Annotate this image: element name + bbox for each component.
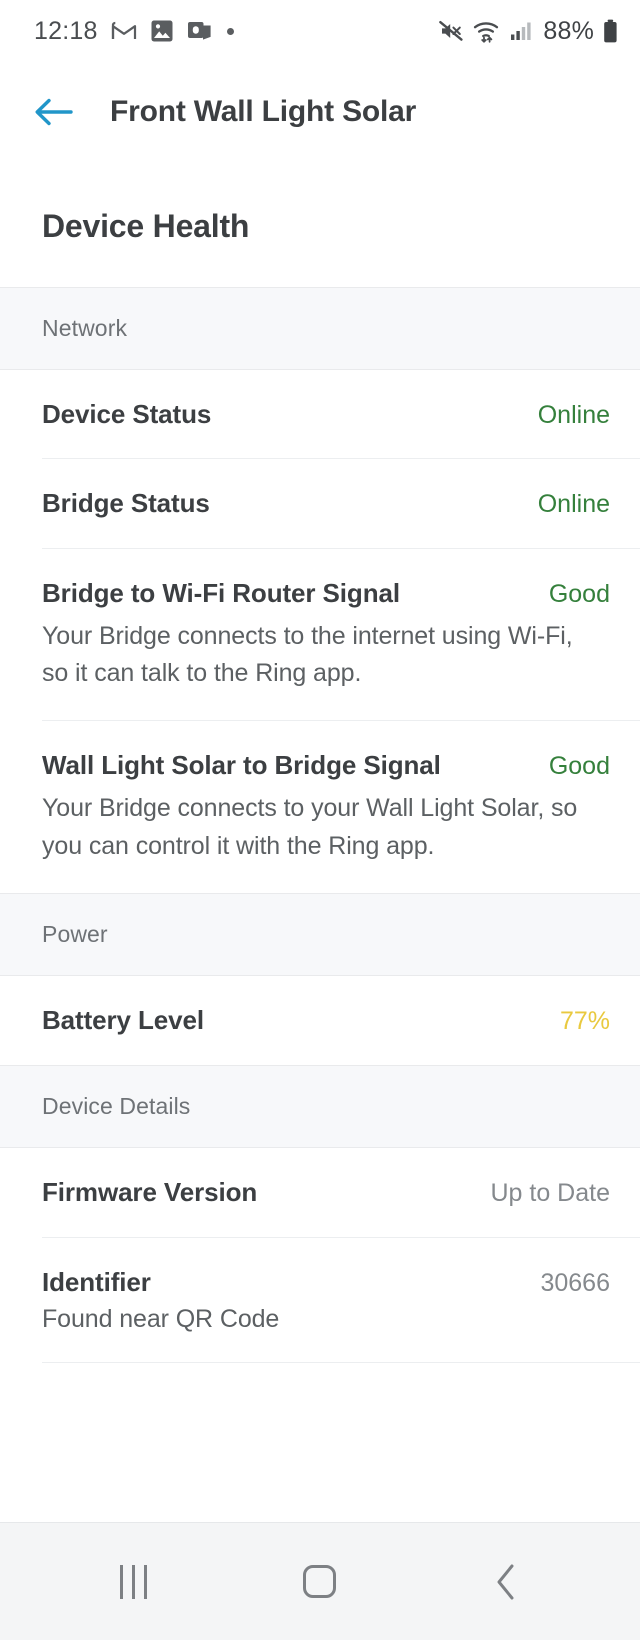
section-rows-power: Battery Level 77% bbox=[0, 976, 640, 1066]
android-nav-bar bbox=[0, 1522, 640, 1640]
row-label: Identifier bbox=[42, 1266, 151, 1297]
battery-icon bbox=[603, 19, 618, 43]
row-main: Identifier 30666 bbox=[42, 1266, 610, 1299]
section-title: Device Details bbox=[42, 1093, 191, 1120]
mute-icon bbox=[439, 20, 464, 42]
row-label: Device Status bbox=[42, 399, 212, 429]
row-label: Wall Light Solar to Bridge Signal bbox=[42, 749, 441, 780]
photos-icon bbox=[150, 19, 174, 43]
row-main: Wall Light Solar to Bridge Signal Good bbox=[42, 749, 610, 782]
page-title-container: Device Health bbox=[0, 162, 640, 287]
row-main: Battery Level 77% bbox=[42, 1004, 610, 1037]
row-bridge-to-wifi-router-signal[interactable]: Bridge to Wi-Fi Router Signal Good Your … bbox=[0, 548, 640, 722]
recents-button[interactable] bbox=[87, 1536, 179, 1628]
section-power: Power Battery Level 77% bbox=[0, 893, 640, 1066]
section-header-device-details: Device Details bbox=[0, 1065, 640, 1149]
app-bar: Front Wall Light Solar bbox=[0, 62, 640, 162]
row-value: Online bbox=[537, 401, 610, 429]
recents-icon bbox=[119, 1564, 147, 1599]
section-network: Network Device Status Online Bridge Stat… bbox=[0, 287, 640, 893]
home-icon bbox=[303, 1565, 337, 1598]
cellular-signal-icon bbox=[510, 21, 534, 41]
row-label: Bridge Status bbox=[42, 488, 210, 519]
row-wall-light-solar-to-bridge-signal[interactable]: Wall Light Solar to Bridge Signal Good Y… bbox=[0, 720, 640, 893]
home-button[interactable] bbox=[274, 1536, 366, 1628]
section-rows-device-details: Firmware Version Up to Date Identifier 3… bbox=[0, 1148, 640, 1362]
section-title: Network bbox=[42, 315, 128, 341]
section-header-power: Power bbox=[0, 893, 640, 976]
row-label: Bridge to Wi-Fi Router Signal bbox=[42, 577, 400, 608]
back-button[interactable] bbox=[26, 84, 82, 140]
gmail-icon bbox=[111, 21, 137, 41]
row-value: Good bbox=[548, 579, 610, 608]
status-bar: 12:18 88% bbox=[0, 0, 640, 62]
row-description: Your Bridge connects to your Wall Light … bbox=[42, 794, 578, 860]
row-description: Your Bridge connects to the internet usi… bbox=[42, 621, 573, 688]
page-title: Device Health bbox=[42, 208, 250, 244]
section-header-network: Network bbox=[0, 287, 640, 370]
status-bar-clock: 12:18 bbox=[34, 16, 98, 45]
row-battery-level[interactable]: Battery Level 77% bbox=[0, 976, 640, 1066]
content-tail-spacer bbox=[0, 1361, 640, 1522]
row-identifier[interactable]: Identifier 30666 Found near QR Code bbox=[0, 1237, 640, 1362]
chevron-left-icon bbox=[494, 1563, 520, 1601]
status-bar-right: 88% bbox=[439, 17, 618, 46]
row-value: 30666 bbox=[540, 1268, 610, 1297]
app-bar-title: Front Wall Light Solar bbox=[110, 95, 417, 128]
wifi-icon bbox=[473, 20, 501, 43]
row-value: Up to Date bbox=[490, 1179, 610, 1208]
row-label: Firmware Version bbox=[42, 1177, 258, 1208]
row-value: 77% bbox=[559, 1007, 610, 1035]
row-value: Good bbox=[548, 751, 610, 780]
nav-back-button[interactable] bbox=[461, 1536, 553, 1628]
section-title: Power bbox=[42, 921, 108, 947]
row-firmware-version[interactable]: Firmware Version Up to Date bbox=[0, 1148, 640, 1238]
battery-percent-label: 88% bbox=[543, 16, 594, 45]
notification-dot-icon bbox=[226, 27, 234, 35]
phone-screen: 12:18 88% Front Wall Light Solar Device … bbox=[0, 0, 640, 1640]
row-main: Bridge to Wi-Fi Router Signal Good bbox=[42, 577, 610, 610]
arrow-left-icon bbox=[33, 96, 75, 128]
row-value: Online bbox=[537, 490, 610, 519]
row-subtitle: Found near QR Code bbox=[42, 1304, 280, 1333]
row-label: Battery Level bbox=[42, 1005, 204, 1035]
row-device-status[interactable]: Device Status Online bbox=[0, 370, 640, 460]
row-main: Device Status Online bbox=[42, 398, 610, 431]
row-main: Bridge Status Online bbox=[42, 487, 610, 520]
row-main: Firmware Version Up to Date bbox=[42, 1176, 610, 1209]
section-rows-network: Device Status Online Bridge Status Onlin… bbox=[0, 370, 640, 893]
outlook-icon bbox=[187, 20, 212, 42]
section-device-details: Device Details Firmware Version Up to Da… bbox=[0, 1065, 640, 1362]
row-bridge-status[interactable]: Bridge Status Online bbox=[0, 459, 640, 549]
status-bar-left: 12:18 bbox=[34, 17, 234, 46]
